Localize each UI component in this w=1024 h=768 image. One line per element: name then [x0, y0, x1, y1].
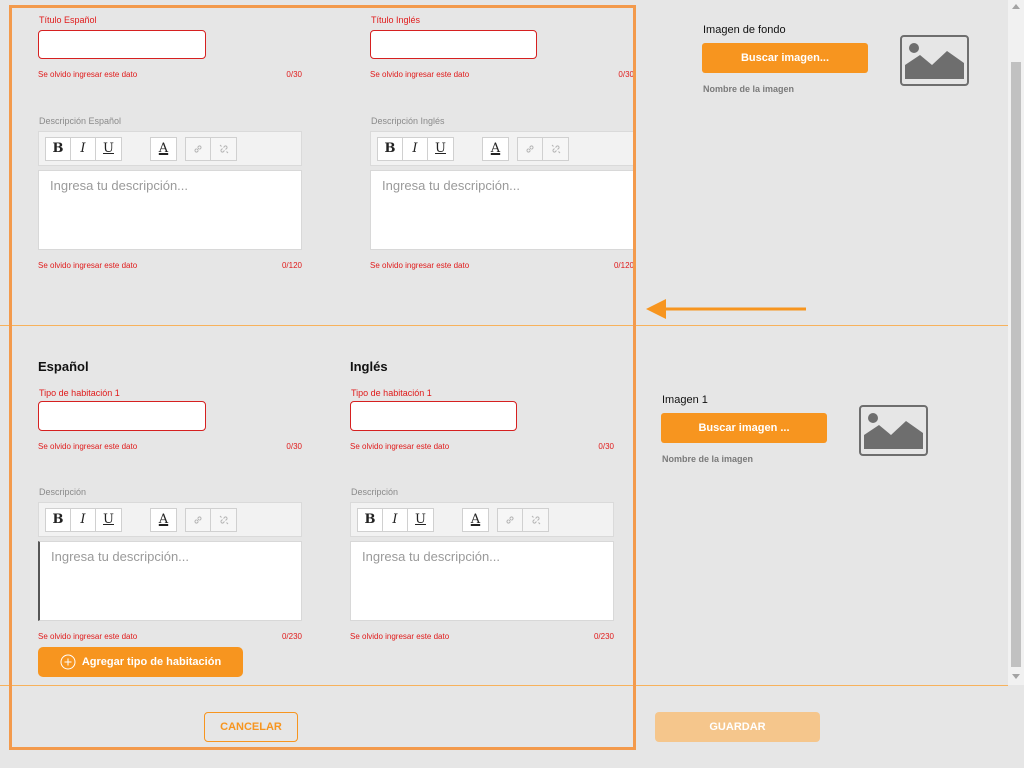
scroll-up-icon[interactable]: [1012, 4, 1020, 9]
image-placeholder-icon: [859, 405, 928, 456]
bg-image-browse-button[interactable]: Buscar imagen...: [702, 43, 868, 73]
vertical-scrollbar[interactable]: [1008, 0, 1024, 685]
highlight-box: [9, 5, 636, 750]
room-image-filename: Nombre de la imagen: [662, 454, 754, 464]
image-placeholder-icon: [900, 35, 969, 86]
arrow-left-icon: [646, 299, 806, 319]
scrollbar-thumb[interactable]: [1011, 62, 1021, 667]
scroll-down-icon[interactable]: [1012, 674, 1020, 679]
save-button[interactable]: GUARDAR: [655, 712, 820, 742]
room-image-browse-button[interactable]: Buscar imagen ...: [661, 413, 827, 443]
bg-image-label: Imagen de fondo: [703, 24, 786, 36]
room-image-label: Imagen 1: [662, 394, 708, 406]
bg-image-filename: Nombre de la imagen: [703, 84, 795, 94]
